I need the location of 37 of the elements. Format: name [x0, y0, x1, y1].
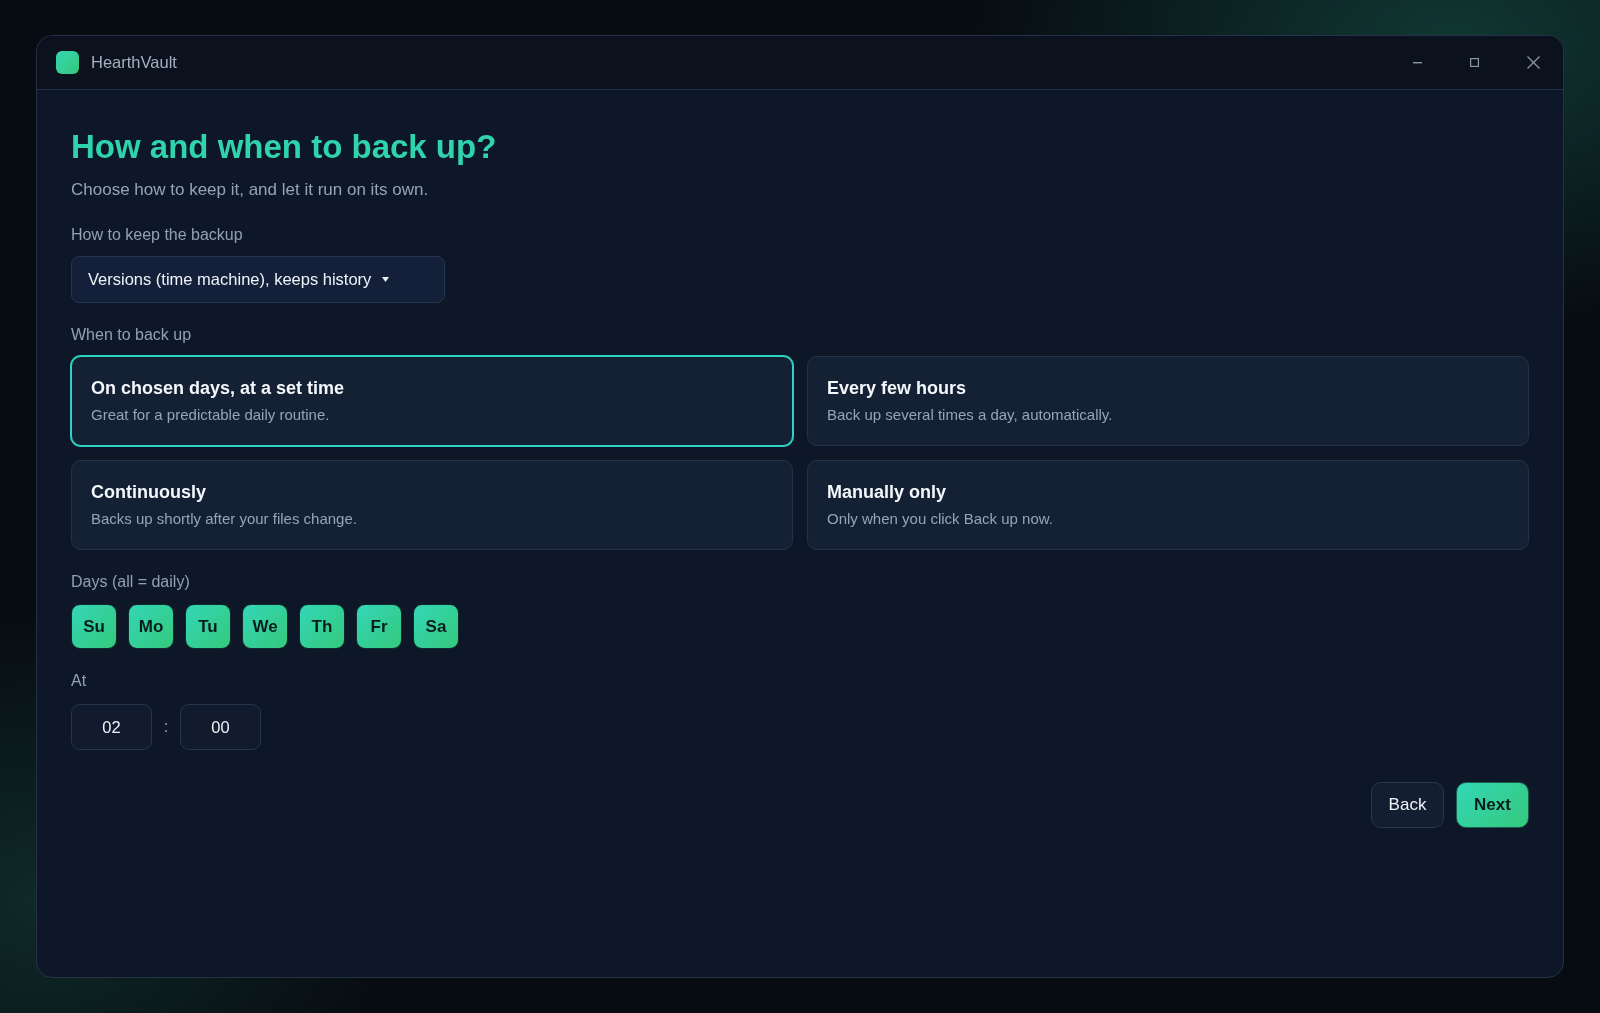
- page-heading: How and when to back up?: [71, 127, 497, 167]
- day-toggle[interactable]: Fr: [356, 604, 402, 649]
- day-toggle[interactable]: Su: [71, 604, 117, 649]
- day-toggle[interactable]: Sa: [413, 604, 459, 649]
- maximize-icon[interactable]: [1470, 58, 1479, 67]
- option-description: Back up several times a day, automatically.: [827, 405, 1114, 425]
- storage-label: How to keep the backup: [71, 225, 243, 245]
- minimize-icon[interactable]: [1413, 61, 1422, 64]
- time-label: At: [71, 671, 87, 691]
- schedule-option-card[interactable]: Every few hours Back up several times a day, automatically.: [807, 356, 1529, 446]
- app-logo-icon: [56, 51, 79, 74]
- schedule-option-card[interactable]: Manually only Only when you click Back up now.: [807, 460, 1529, 550]
- days-label: Days (all = daily): [71, 572, 190, 592]
- day-toggle[interactable]: Tu: [185, 604, 231, 649]
- window-title: HearthVault: [91, 53, 177, 72]
- option-title: Every few hours: [827, 377, 968, 399]
- schedule-option-card[interactable]: On chosen days, at a set time Great for a predictable daily routine.: [71, 356, 793, 446]
- option-title: Continuously: [91, 481, 207, 503]
- page-subtitle: Choose how to keep it, and let it run on its own.: [71, 179, 429, 201]
- back-button[interactable]: Back: [1371, 782, 1444, 828]
- option-description: Backs up shortly after your files change.: [91, 509, 358, 529]
- schedule-option-card[interactable]: Continuously Backs up shortly after your files change.: [71, 460, 793, 550]
- next-button[interactable]: Next: [1456, 782, 1529, 828]
- time-separator: :: [162, 717, 170, 737]
- option-title: On chosen days, at a set time: [91, 377, 346, 399]
- day-toggle[interactable]: We: [242, 604, 288, 649]
- option-title: Manually only: [827, 481, 948, 503]
- storage-dropdown[interactable]: Versions (time machine), keeps history: [71, 256, 445, 303]
- minute-field[interactable]: 00: [180, 704, 261, 750]
- caret-icon: [382, 277, 390, 282]
- hour-field[interactable]: 02: [71, 704, 152, 750]
- schedule-label: When to back up: [71, 325, 192, 345]
- close-icon[interactable]: [1527, 56, 1540, 69]
- option-description: Only when you click Back up now.: [827, 509, 1054, 529]
- day-toggle[interactable]: Mo: [128, 604, 174, 649]
- day-toggle[interactable]: Th: [299, 604, 345, 649]
- option-description: Great for a predictable daily routine.: [91, 405, 331, 425]
